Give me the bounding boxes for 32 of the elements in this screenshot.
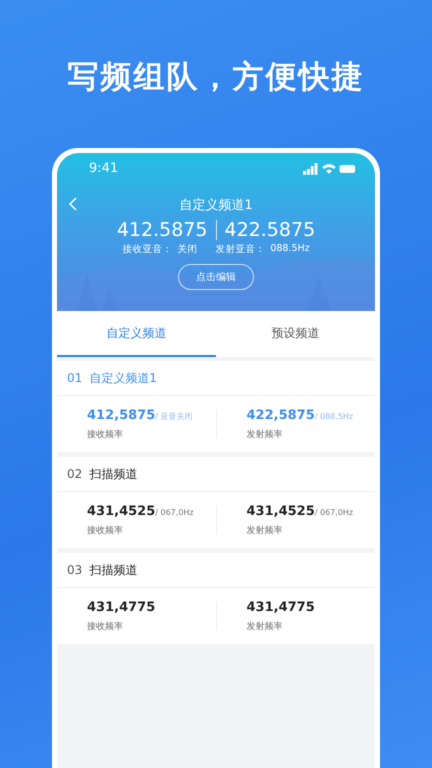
- rx-label: 接收频率: [87, 524, 124, 536]
- rx-frequency: 412,5875/ 亚音关闭: [87, 408, 194, 422]
- rx-tone-value: 关闭: [177, 243, 198, 256]
- tx-tone-value: 088.5Hz: [270, 243, 310, 256]
- back-icon[interactable]: [69, 197, 77, 211]
- channel-card[interactable]: 02 扫描频道 431,4525/ 067,0Hz 接收频率 431,4525/ 067,0Hz 发射频率: [57, 457, 375, 548]
- channel-name: 扫描频道: [89, 466, 138, 482]
- rx-frequency: 431,4525/ 067,0Hz: [87, 504, 195, 518]
- tx-frequency: 422.5875: [224, 219, 316, 241]
- rx-frequency: 412.5875: [116, 219, 208, 241]
- status-time: 9:41: [89, 161, 118, 176]
- channel-card[interactable]: 03 扫描频道 431,4775 接收频率 431,4775 发射频率: [57, 553, 375, 644]
- tx-label: 发射频率: [246, 524, 284, 536]
- tx-frequency: 422,5875/ 088,5Hz: [246, 408, 354, 422]
- channel-name: 扫描频道: [89, 562, 138, 578]
- rx-label: 接收频率: [87, 428, 124, 440]
- rx-label: 接收频率: [87, 620, 124, 632]
- channel-index: 01: [67, 371, 82, 385]
- rx-frequency: 431,4775: [87, 600, 156, 614]
- tx-label: 发射频率: [246, 428, 284, 440]
- channel-title: 自定义频道1: [179, 197, 253, 214]
- tx-frequency: 431,4525/ 067,0Hz: [246, 504, 354, 518]
- rx-tone-label: 接收亚音：: [122, 243, 172, 256]
- tx-frequency: 431,4775: [246, 600, 316, 614]
- tx-label: 发射频率: [246, 620, 284, 632]
- headline: 写频组队，方便快捷: [68, 58, 364, 97]
- tx-tone-label: 发射亚音：: [215, 243, 266, 256]
- channel-card[interactable]: 01 自定义频道1 412,5875/ 亚音关闭 接收频率 422,5875/ 088,5Hz 发射频率: [57, 361, 375, 452]
- channel-index: 03: [67, 563, 82, 577]
- channel-index: 02: [67, 467, 82, 481]
- channel-name: 自定义频道1: [89, 370, 157, 386]
- status-icons: [303, 162, 357, 174]
